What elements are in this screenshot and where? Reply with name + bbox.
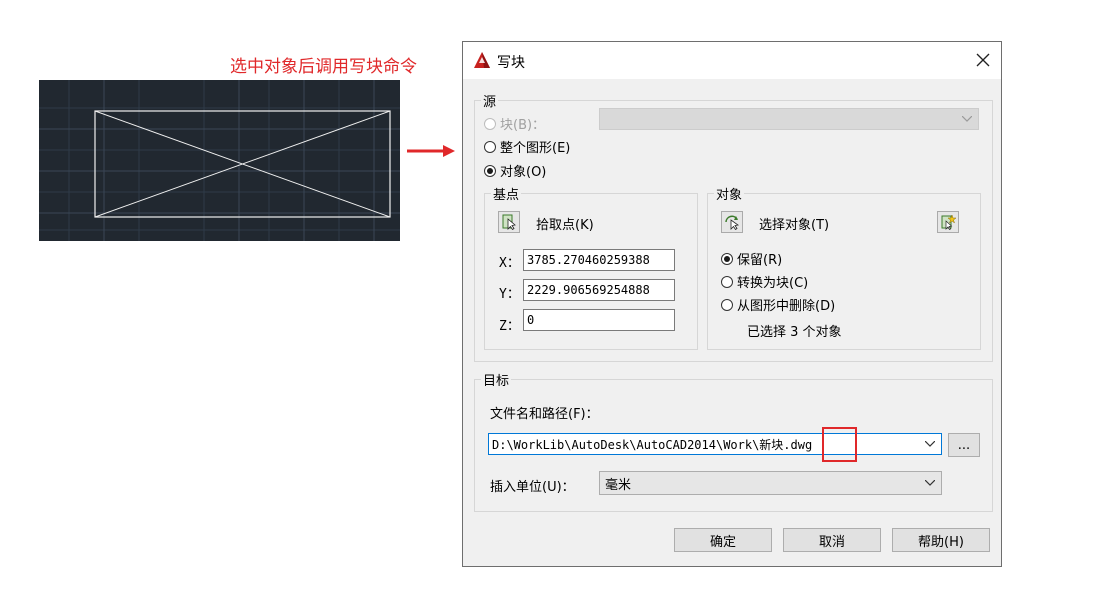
radio-whole-drawing-label: 整个图形(E) [500, 141, 571, 156]
select-objects-label: 选择对象(T) [759, 218, 830, 233]
pick-point-button[interactable] [498, 211, 520, 233]
z-label: Z： [499, 319, 520, 334]
x-coordinate-input[interactable]: 3785.270460259388 [523, 249, 675, 271]
extension-highlight-box [822, 427, 857, 462]
units-label: 插入单位(U)： [490, 480, 575, 495]
cancel-button[interactable]: 取消 [783, 528, 881, 552]
selection-status: 已选择 3 个对象 [747, 325, 842, 340]
pick-point-icon [502, 214, 516, 230]
radio-retain-dot [721, 252, 733, 265]
ok-button[interactable]: 确定 [674, 528, 772, 552]
radio-objects-dot [484, 164, 496, 177]
quick-select-button[interactable] [937, 211, 959, 233]
drawing-svg [39, 80, 400, 241]
radio-convert-dot [721, 275, 733, 288]
dialog-title: 写块 [497, 55, 525, 71]
y-coordinate-input[interactable]: 2229.906569254888 [523, 279, 675, 301]
radio-delete-from-drawing[interactable]: 从图形中删除(D) [721, 295, 835, 314]
y-label: Y： [499, 287, 520, 302]
chevron-down-icon [962, 116, 972, 122]
browse-button[interactable]: ... [948, 433, 980, 457]
write-block-dialog: 写块 源 块(B)： 整个图形(E) 对象(O) 基点 拾取点(K) X： 37… [462, 41, 1002, 567]
radio-delete-dot [721, 298, 733, 311]
pick-point-label: 拾取点(K) [536, 218, 594, 233]
radio-block[interactable]: 块(B)： [484, 114, 545, 133]
radio-delete-label: 从图形中删除(D) [737, 299, 836, 314]
help-button[interactable]: 帮助(H) [892, 528, 990, 552]
file-path-value[interactable]: D:\WorkLib\AutoDesk\AutoCAD2014\Work\新块.… [489, 436, 812, 453]
radio-whole-drawing-dot [484, 140, 496, 153]
path-label: 文件名和路径(F)： [490, 407, 599, 422]
chevron-down-icon [925, 480, 935, 486]
dialog-titlebar: 写块 [463, 42, 1001, 79]
z-coordinate-input[interactable]: 0 [523, 309, 675, 331]
radio-whole-drawing[interactable]: 整个图形(E) [484, 137, 570, 156]
insert-units-value: 毫米 [605, 477, 632, 493]
block-name-select[interactable] [599, 108, 979, 130]
radio-retain[interactable]: 保留(R) [721, 249, 782, 268]
quick-select-icon [941, 214, 956, 230]
radio-convert-to-block[interactable]: 转换为块(C) [721, 272, 808, 291]
cad-canvas[interactable] [39, 80, 400, 241]
radio-convert-label: 转换为块(C) [737, 276, 809, 291]
file-path-combobox[interactable]: D:\WorkLib\AutoDesk\AutoCAD2014\Work\新块.… [488, 433, 942, 455]
instruction-caption: 选中对象后调用写块命令 [230, 57, 417, 77]
destination-legend: 目标 [483, 374, 510, 389]
x-label: X： [499, 256, 520, 271]
chevron-down-icon[interactable] [925, 441, 935, 447]
red-arrow-icon [407, 145, 455, 157]
radio-block-dot [484, 117, 496, 130]
autocad-app-icon [474, 52, 490, 68]
objects-legend: 对象 [716, 188, 743, 203]
radio-objects-label: 对象(O) [500, 165, 547, 180]
radio-block-label: 块(B)： [500, 118, 546, 133]
insert-units-select[interactable]: 毫米 [599, 471, 942, 495]
radio-retain-label: 保留(R) [737, 253, 783, 268]
select-objects-icon [725, 215, 740, 230]
source-legend: 源 [483, 95, 497, 110]
base-point-legend: 基点 [493, 188, 520, 203]
close-icon[interactable] [973, 50, 993, 70]
radio-objects[interactable]: 对象(O) [484, 161, 546, 180]
select-objects-button[interactable] [721, 211, 743, 233]
